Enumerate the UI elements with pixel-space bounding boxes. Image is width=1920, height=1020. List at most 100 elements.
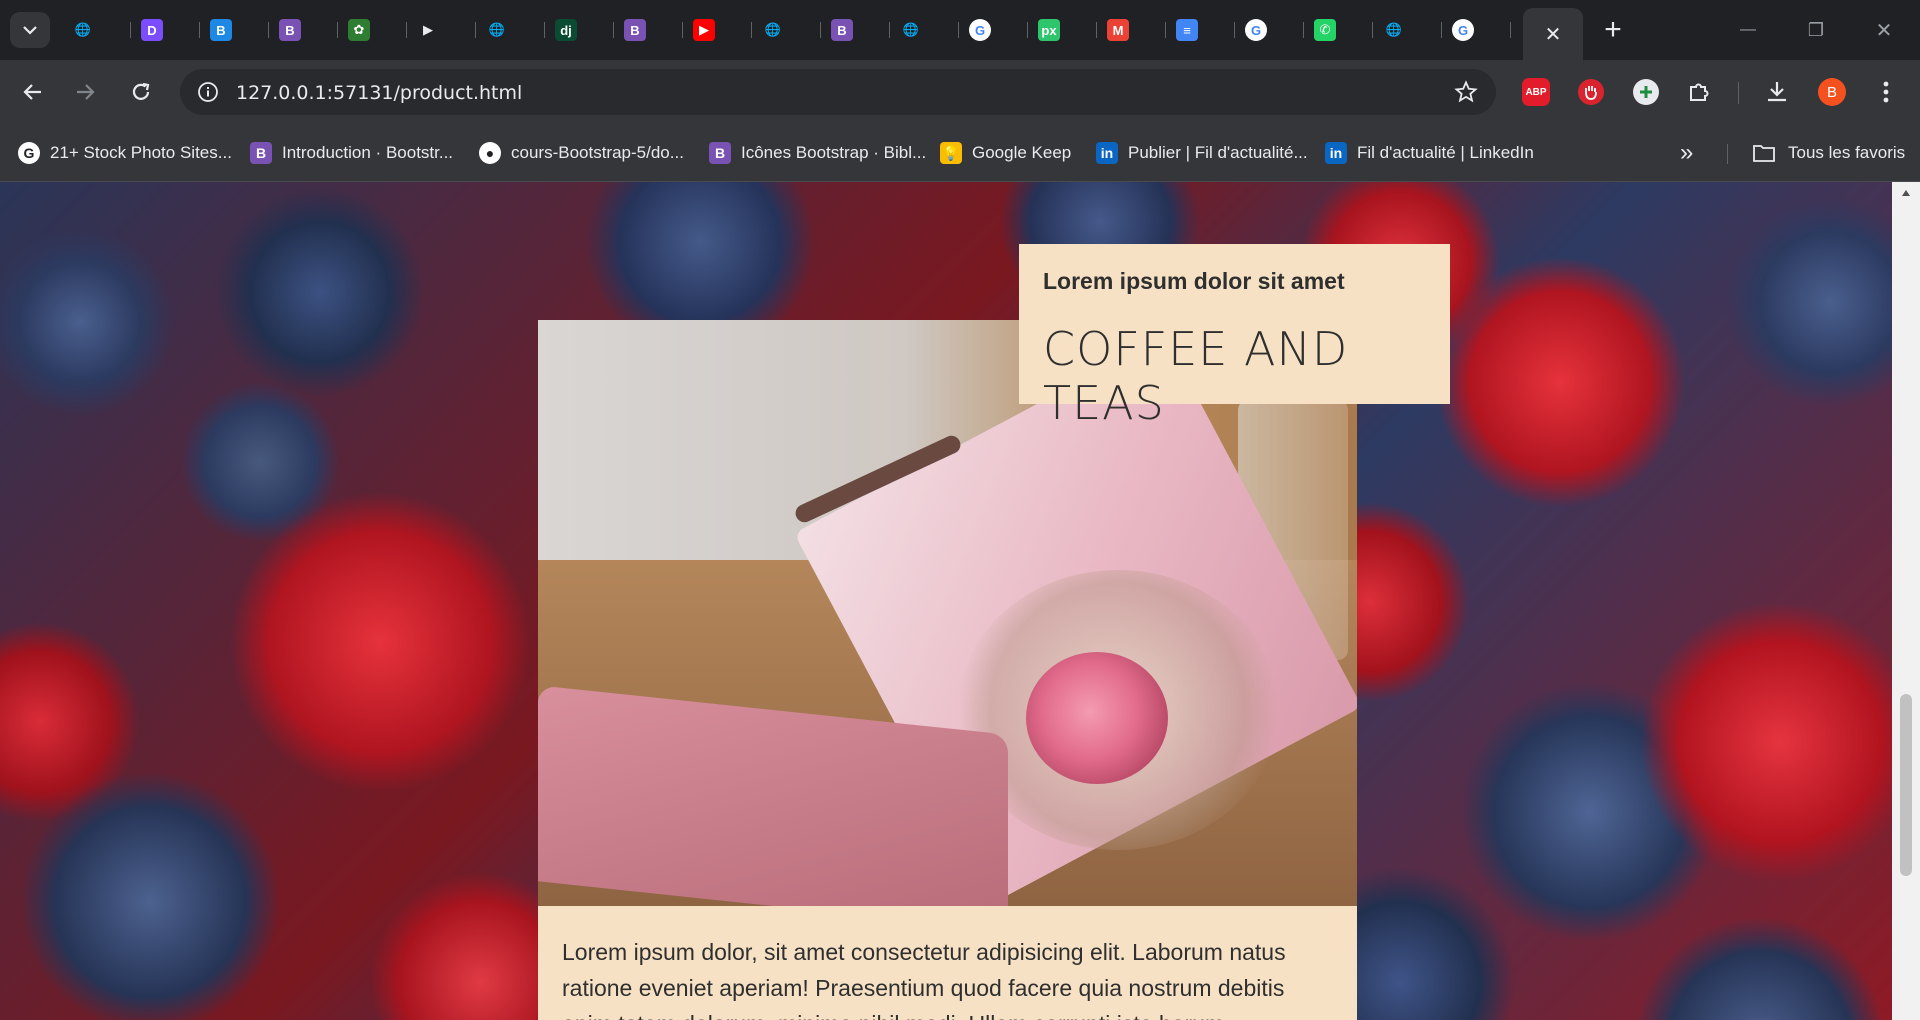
- tab-17[interactable]: ≡: [1166, 12, 1235, 48]
- all-bookmarks-label: Tous les favoris: [1788, 143, 1906, 162]
- tab-16[interactable]: M: [1097, 12, 1166, 48]
- bookmark-label: cours-Bootstrap-5/do...: [511, 143, 684, 162]
- abp-label: ABP: [1525, 86, 1547, 98]
- tab-active[interactable]: ✕: [1523, 8, 1583, 60]
- tab-14[interactable]: G: [959, 12, 1028, 48]
- toolbar-divider: [1738, 82, 1739, 104]
- tab-7[interactable]: 🌐: [476, 12, 545, 48]
- site-info-icon[interactable]: [196, 80, 220, 104]
- tab-9[interactable]: B: [614, 12, 683, 48]
- bookmark-label: Introduction · Bootstr...: [282, 143, 454, 162]
- bookmarks-overflow-button[interactable]: »: [1680, 138, 1693, 168]
- profile-button[interactable]: B: [1816, 76, 1848, 108]
- bookmarks-bar: G 21+ Stock Photo Sites... B Introduction ·…: [0, 124, 1920, 182]
- plus-icon: +: [1604, 13, 1622, 46]
- tab-21[interactable]: G: [1442, 12, 1511, 48]
- minimize-icon: —: [1740, 21, 1756, 38]
- bookmark-item[interactable]: in Publier | Fil d'actualité...: [1096, 138, 1308, 168]
- gmail-icon: M: [1107, 19, 1129, 41]
- tab-4[interactable]: B: [269, 12, 338, 48]
- restore-icon: ❐: [1807, 19, 1825, 40]
- close-icon: ✕: [1875, 19, 1893, 42]
- triangle-up-icon: [1902, 190, 1910, 196]
- tab-search-button[interactable]: [10, 12, 50, 48]
- address-bar[interactable]: 127.0.0.1:57131/product.html: [180, 69, 1496, 115]
- abp-icon: ABP: [1522, 78, 1550, 106]
- scroll-up-button[interactable]: [1892, 182, 1920, 204]
- bookmark-label: Fil d'actualité | LinkedIn: [1357, 143, 1534, 162]
- django-icon: dj: [555, 19, 577, 41]
- new-tab-button[interactable]: +: [1595, 12, 1631, 48]
- tab-1[interactable]: 🌐: [62, 12, 131, 48]
- bookmark-label: Icônes Bootstrap · Bibl...: [741, 143, 927, 162]
- forward-button[interactable]: [67, 74, 103, 110]
- url-text[interactable]: 127.0.0.1:57131/product.html: [236, 82, 522, 104]
- google-icon: G: [1245, 19, 1267, 41]
- tab-19[interactable]: ✆: [1304, 12, 1373, 48]
- bootstrap-icon: B: [624, 19, 646, 41]
- tab-15[interactable]: px: [1028, 12, 1097, 48]
- tab-12[interactable]: B: [821, 12, 890, 48]
- tab-5[interactable]: ✿: [338, 12, 407, 48]
- minimize-button[interactable]: —: [1714, 0, 1782, 60]
- bookmark-star-icon[interactable]: [1454, 80, 1478, 104]
- arrow-left-icon: [23, 84, 41, 100]
- tab-20[interactable]: 🌐: [1373, 12, 1442, 48]
- google-icon: G: [18, 142, 40, 164]
- bookmarks-divider: [1727, 144, 1728, 164]
- bookmark-item[interactable]: ● cours-Bootstrap-5/do...: [479, 138, 684, 168]
- folder-icon: [1753, 145, 1775, 162]
- linkedin-icon: in: [1096, 142, 1118, 164]
- tab-13[interactable]: 🌐: [890, 12, 959, 48]
- headline-card: Lorem ipsum dolor sit amet COFFEE AND TE…: [1019, 244, 1450, 430]
- puzzle-icon: [1690, 83, 1709, 101]
- add-extension[interactable]: [1630, 76, 1662, 108]
- globe-icon: 🌐: [488, 22, 506, 37]
- bookmark-item[interactable]: 💡 Google Keep: [940, 138, 1071, 168]
- headline-subtitle: Lorem ipsum dolor sit amet: [1043, 268, 1345, 294]
- window-close-button[interactable]: ✕: [1850, 0, 1918, 60]
- bootstrap-icon: B: [279, 19, 301, 41]
- tab-6[interactable]: ▶: [407, 12, 476, 48]
- bootstrap-icon: B: [831, 19, 853, 41]
- block-extension[interactable]: [1575, 76, 1607, 108]
- bookmark-item[interactable]: in Fil d'actualité | LinkedIn: [1325, 138, 1534, 168]
- reload-icon: [132, 82, 150, 100]
- globe-icon: 🌐: [1385, 22, 1403, 37]
- kebab-menu-icon: [1883, 81, 1889, 103]
- hand-stop-icon: [1578, 79, 1604, 105]
- page-scrollbar[interactable]: [1892, 182, 1920, 1020]
- extensions-button[interactable]: [1683, 76, 1715, 108]
- download-icon: [1768, 82, 1786, 102]
- tab-18[interactable]: G: [1235, 12, 1304, 48]
- back-button[interactable]: [15, 74, 51, 110]
- scrollbar-thumb[interactable]: [1900, 694, 1912, 876]
- all-bookmarks-button[interactable]: Tous les favoris: [1752, 138, 1905, 168]
- tab-10[interactable]: ▶: [683, 12, 752, 48]
- globe-icon: 🌐: [74, 22, 92, 37]
- arc-icon: D: [141, 19, 163, 41]
- menu-button[interactable]: [1870, 76, 1902, 108]
- description-text: Lorem ipsum dolor, sit amet consectetur …: [562, 939, 1286, 1020]
- restore-button[interactable]: ❐: [1782, 0, 1850, 60]
- downloads-button[interactable]: [1761, 76, 1793, 108]
- tab-2[interactable]: D: [131, 12, 200, 48]
- bookmark-item[interactable]: G 21+ Stock Photo Sites...: [18, 138, 232, 168]
- linkedin-icon: in: [1325, 142, 1347, 164]
- globe-icon: 🌐: [764, 22, 782, 37]
- reload-button[interactable]: [123, 74, 159, 110]
- tab-11[interactable]: 🌐: [752, 12, 821, 48]
- bookmark-item[interactable]: B Introduction · Bootstr...: [250, 138, 453, 168]
- tab-strip: 🌐 D B B ✿ ▶ 🌐 dj B ▶ 🌐 B 🌐 Gpx M ≡ G ✆ 🌐 G ✕ + — ❐ ✕: [0, 0, 1920, 60]
- whatsapp-icon: ✆: [1314, 19, 1336, 41]
- close-icon[interactable]: ✕: [1545, 22, 1562, 47]
- bookmark-label: Publier | Fil d'actualité...: [1128, 143, 1308, 162]
- tab-3[interactable]: B: [200, 12, 269, 48]
- bookmark-label: Google Keep: [972, 143, 1072, 162]
- bootstrap-icon: B: [250, 142, 272, 164]
- bookmark-item[interactable]: B Icônes Bootstrap · Bibl...: [709, 138, 926, 168]
- tab-8[interactable]: dj: [545, 12, 614, 48]
- adblock-plus-extension[interactable]: ABP: [1520, 76, 1552, 108]
- avatar-initial: B: [1826, 83, 1837, 101]
- bookmark-label: 21+ Stock Photo Sites...: [50, 143, 232, 162]
